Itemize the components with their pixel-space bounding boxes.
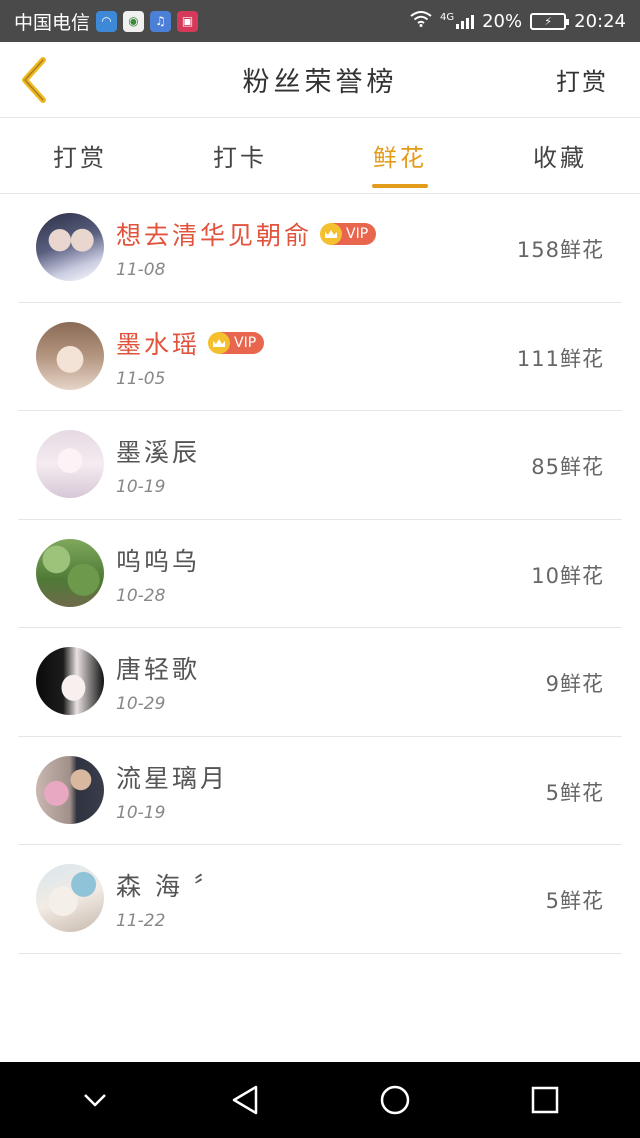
fan-date: 10-28 xyxy=(116,585,166,606)
status-bar: 中国电信 ◠ ◉ ♫ ▣ 4G 20% ⚡ 20:24 xyxy=(0,0,640,42)
navigation-bar xyxy=(0,1062,640,1138)
list-item[interactable]: 流星璃月 10-19 5鲜花 xyxy=(18,737,622,845)
chrome-app-icon: ◉ xyxy=(123,10,145,32)
fan-date: 10-29 xyxy=(116,694,166,714)
flower-count: 85鲜花 xyxy=(531,455,604,479)
fan-name: 墨溪辰 xyxy=(116,438,201,467)
list-item[interactable]: 森 海 〞 11-22 5鲜花 xyxy=(18,845,622,954)
carrier-label: 中国电信 xyxy=(14,11,91,34)
fan-name: 流星璃月 xyxy=(116,763,229,793)
battery-percent: 20% xyxy=(482,10,523,32)
tab-checkin[interactable]: 打卡 xyxy=(160,118,320,193)
tab-reward[interactable]: 打赏 xyxy=(0,118,160,193)
flower-count: 111鲜花 xyxy=(516,346,604,371)
clock: 20:24 xyxy=(574,10,626,32)
avatar[interactable] xyxy=(36,430,104,498)
triangle-back-icon xyxy=(232,1085,258,1115)
header: 粉丝荣誉榜 打赏 xyxy=(0,42,640,118)
chevron-down-icon xyxy=(84,1094,106,1107)
fan-date: 11-08 xyxy=(116,260,166,280)
list-item[interactable]: 呜呜乌 10-28 10鲜花 xyxy=(18,520,622,628)
list-item[interactable]: 唐轻歌 10-29 9鲜花 xyxy=(18,628,622,737)
tab-favorites[interactable]: 收藏 xyxy=(480,118,640,193)
flower-count: 5鲜花 xyxy=(545,780,604,805)
fan-date: 10-19 xyxy=(116,477,166,497)
vip-badge: VIP xyxy=(320,223,377,245)
flower-count: 158鲜花 xyxy=(516,238,604,262)
reward-button[interactable]: 打赏 xyxy=(556,62,608,97)
tab-flowers[interactable]: 鲜花 xyxy=(320,118,480,193)
fan-date: 10-19 xyxy=(116,802,166,823)
page-title: 粉丝荣誉榜 xyxy=(242,67,398,98)
avatar[interactable] xyxy=(36,538,104,607)
fan-name: 呜呜乌 xyxy=(116,546,201,576)
signal-icon xyxy=(456,13,475,29)
avatar[interactable] xyxy=(36,864,104,932)
avatar[interactable] xyxy=(36,321,104,390)
circle-home-icon xyxy=(380,1085,410,1115)
music-app-icon: ♫ xyxy=(150,10,172,32)
tab-bar: 打赏 打卡 鲜花 收藏 xyxy=(0,118,640,194)
flower-count: 5鲜花 xyxy=(545,889,604,913)
vip-label: VIP xyxy=(346,226,369,242)
avatar[interactable] xyxy=(36,647,104,715)
fan-list: 想去清华见朝俞 VIP 11-08 158鲜花 墨水瑶 VIP 11-05 11… xyxy=(18,194,622,954)
browser-app-icon: ◠ xyxy=(96,10,118,32)
fan-date: 11-05 xyxy=(116,368,166,389)
avatar[interactable] xyxy=(36,213,104,281)
hide-nav-button[interactable] xyxy=(65,1070,125,1130)
fan-name: 墨水瑶 xyxy=(116,329,201,359)
vip-badge: VIP xyxy=(208,331,265,354)
fan-name: 唐轻歌 xyxy=(116,655,201,684)
list-item[interactable]: 想去清华见朝俞 VIP 11-08 158鲜花 xyxy=(18,194,622,303)
network-type-label: 4G xyxy=(439,12,455,23)
flower-count: 9鲜花 xyxy=(545,672,604,696)
wifi-icon xyxy=(410,10,432,32)
recents-nav-button[interactable] xyxy=(515,1070,575,1130)
square-recents-icon xyxy=(531,1086,559,1114)
vip-label: VIP xyxy=(234,334,257,351)
avatar[interactable] xyxy=(36,755,104,824)
home-nav-button[interactable] xyxy=(365,1070,425,1130)
crown-icon xyxy=(208,331,231,354)
back-nav-button[interactable] xyxy=(215,1070,275,1130)
chevron-left-icon xyxy=(22,57,46,103)
list-item[interactable]: 墨水瑶 VIP 11-05 111鲜花 xyxy=(18,303,622,411)
battery-charging-icon: ⚡ xyxy=(530,12,570,30)
crown-icon xyxy=(320,223,343,245)
fan-name: 想去清华见朝俞 xyxy=(116,221,313,250)
list-item[interactable]: 墨溪辰 10-19 85鲜花 xyxy=(18,411,622,520)
taobao-app-icon: ▣ xyxy=(177,10,199,32)
fan-date: 11-22 xyxy=(116,911,166,931)
back-button[interactable] xyxy=(14,54,54,106)
fan-name: 森 海 〞 xyxy=(116,872,222,901)
flower-count: 10鲜花 xyxy=(531,563,604,588)
